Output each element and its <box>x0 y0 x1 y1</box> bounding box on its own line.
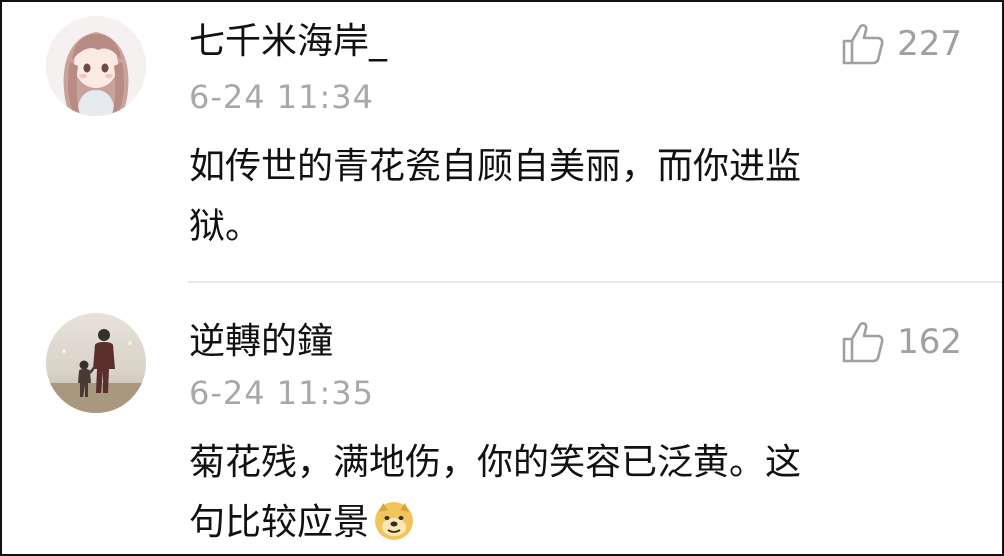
avatar[interactable] <box>46 313 146 413</box>
comment-list: 七千米海岸_ 6-24 11:34 227 如传世的青花瓷自顾自美丽，而你进监狱… <box>0 0 1004 556</box>
username[interactable]: 逆轉的鐘 <box>189 320 333 364</box>
comment-item: 逆轉的鐘 6-24 11:35 162 菊花残，满地伤，你的笑容已泛黄。这 句比较… <box>2 283 1002 554</box>
timestamp: 6-24 11:34 <box>189 78 375 116</box>
comment-item: 七千米海岸_ 6-24 11:34 227 如传世的青花瓷自顾自美丽，而你进监狱… <box>2 2 1002 281</box>
comment-text-line: 如传世的青花瓷自顾自美丽，而你进监 <box>189 146 802 187</box>
like-count: 162 <box>897 322 962 362</box>
like-button[interactable]: 162 <box>841 320 962 364</box>
comment-text-line: 狱。 <box>189 206 262 247</box>
thumbs-up-icon <box>842 24 884 65</box>
comment-text-line: 句比较应景 <box>189 502 370 543</box>
thumbs-up-icon <box>842 322 884 363</box>
like-count: 227 <box>897 24 962 64</box>
avatar[interactable] <box>46 16 146 116</box>
anime-girl-avatar-icon <box>46 16 146 116</box>
father-child-photo-avatar-icon <box>46 313 146 413</box>
timestamp: 6-24 11:35 <box>189 374 375 412</box>
comment-text: 如传世的青花瓷自顾自美丽，而你进监 狱。 <box>189 137 969 257</box>
comment-text-line: 菊花残，满地伤，你的笑容已泛黄。这 <box>189 442 802 483</box>
comment-text: 菊花残，满地伤，你的笑容已泛黄。这 句比较应景 <box>189 433 969 554</box>
username[interactable]: 七千米海岸_ <box>189 20 387 64</box>
like-button[interactable]: 227 <box>841 22 962 66</box>
doge-emoji-icon <box>373 500 415 554</box>
